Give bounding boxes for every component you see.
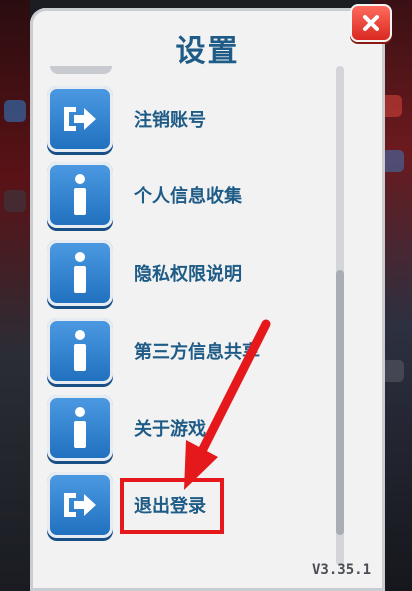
menu-item-label: 第三方信息共享	[134, 342, 260, 363]
info-icon	[47, 162, 113, 228]
menu-item-delete-account[interactable]: 注销账号	[47, 86, 327, 152]
highlight-box	[120, 478, 224, 534]
background-game-icon	[382, 150, 404, 172]
menu-item-privacy-permissions[interactable]: 隐私权限说明	[47, 240, 327, 306]
dialog-title: 设置	[175, 34, 240, 69]
scroll-edge	[50, 66, 112, 74]
version-label: V3.35.1	[312, 562, 372, 578]
menu-item-label: 隐私权限说明	[134, 264, 242, 285]
scrollbar-thumb[interactable]	[336, 270, 344, 535]
background-game-icon	[382, 360, 404, 382]
menu-item-third-party-sharing[interactable]: 第三方信息共享	[47, 318, 327, 384]
close-icon	[363, 15, 379, 31]
menu-item-about-game[interactable]: 关于游戏	[47, 395, 327, 461]
exit-arrow-icon	[47, 86, 113, 152]
exit-arrow-icon	[47, 472, 113, 538]
info-icon	[47, 395, 113, 461]
background-game-icon	[4, 190, 26, 212]
info-icon	[47, 318, 113, 384]
menu-item-personal-info[interactable]: 个人信息收集	[47, 162, 327, 228]
menu-item-label: 关于游戏	[134, 419, 206, 440]
close-button[interactable]	[350, 4, 392, 42]
background-game-icon	[4, 100, 26, 122]
menu-item-label: 注销账号	[134, 110, 206, 131]
menu-item-label: 个人信息收集	[134, 186, 242, 207]
info-icon	[47, 240, 113, 306]
background-left	[0, 0, 30, 591]
